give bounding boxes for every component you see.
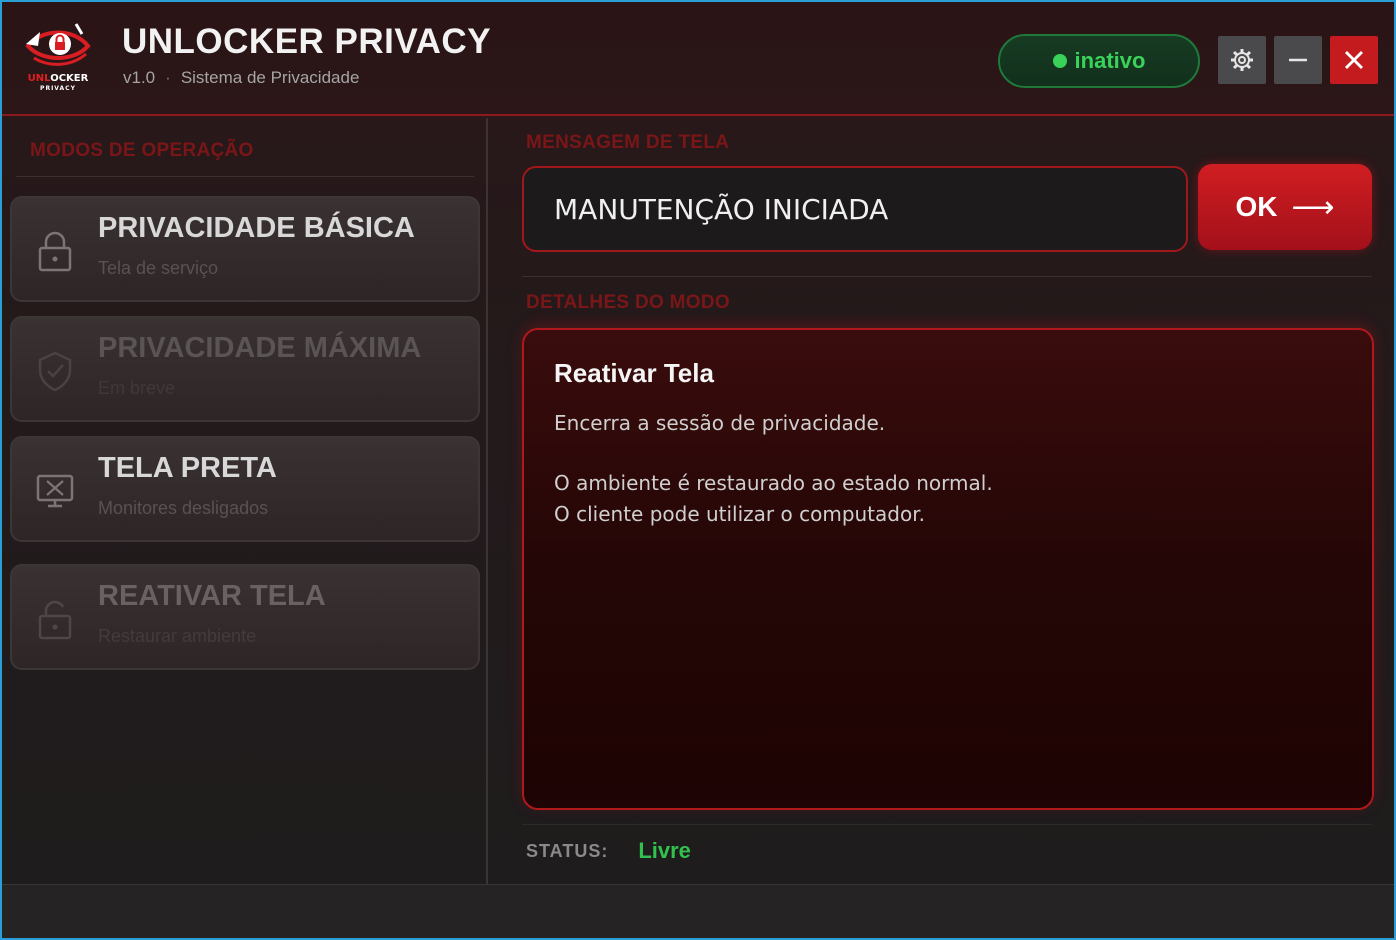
- mode-details-line: O cliente pode utilizar o computador.: [554, 502, 925, 526]
- divider: [522, 824, 1372, 825]
- minimize-button[interactable]: [1274, 36, 1322, 84]
- status-bar: STATUS: Livre: [526, 838, 691, 864]
- settings-button[interactable]: [1218, 36, 1266, 84]
- mode-card-privacidade-basica[interactable]: PRIVACIDADE BÁSICA Tela de serviço: [10, 196, 480, 302]
- mode-title: PRIVACIDADE MÁXIMA: [98, 332, 422, 364]
- mode-title: PRIVACIDADE BÁSICA: [98, 212, 415, 244]
- app-window: UNLOCKER PRIVACY UNLOCKER PRIVACY v1.0 · S…: [0, 0, 1396, 940]
- mode-details-text: Encerra a sessão de privacidade. O ambie…: [554, 408, 993, 530]
- mode-card-privacidade-maxima[interactable]: PRIVACIDADE MÁXIMA Em breve: [10, 316, 480, 422]
- details-section-label: DETALHES DO MODO: [526, 292, 730, 313]
- minimize-icon: [1289, 58, 1307, 62]
- screen-message-input[interactable]: [554, 192, 1156, 226]
- mode-description: Monitores desligados: [98, 498, 269, 518]
- app-title: UNLOCKER PRIVACY: [122, 22, 492, 61]
- footer-bar: [2, 884, 1394, 938]
- main-panel: MENSAGEM DE TELA OK ⟶ DETALHES DO MODO R…: [490, 118, 1394, 884]
- close-button[interactable]: [1330, 36, 1378, 84]
- modes-section-label: MODOS DE OPERAÇÃO: [30, 140, 254, 161]
- ok-button-label: OK: [1235, 191, 1278, 222]
- message-section-label: MENSAGEM DE TELA: [526, 132, 730, 153]
- status-badge: inativo: [998, 34, 1200, 88]
- mode-description: Em breve: [98, 378, 176, 398]
- divider: [522, 276, 1372, 277]
- eye-lock-icon: [25, 23, 91, 66]
- ok-button[interactable]: OK ⟶: [1198, 164, 1372, 250]
- app-logo: UNLOCKER PRIVACY: [20, 18, 96, 98]
- logo-subtext: PRIVACY: [40, 85, 76, 92]
- mode-title: TELA PRETA: [98, 452, 277, 484]
- close-icon: [1345, 51, 1363, 69]
- mode-details-line: Encerra a sessão de privacidade.: [554, 411, 886, 435]
- unlock-icon: [36, 598, 74, 640]
- status-key: STATUS:: [526, 840, 609, 861]
- screen-message-field[interactable]: [522, 166, 1188, 252]
- mode-details-title: Reativar Tela: [554, 358, 714, 388]
- mode-card-reativar-tela[interactable]: REATIVAR TELA Restaurar ambiente: [10, 564, 480, 670]
- lock-icon: [36, 230, 74, 272]
- gear-icon: [1231, 49, 1253, 71]
- app-tagline: Sistema de Privacidade: [180, 68, 360, 87]
- divider: [16, 176, 474, 177]
- mode-title: REATIVAR TELA: [98, 580, 326, 612]
- mode-description: Tela de serviço: [98, 258, 219, 278]
- app-version: v1.0: [123, 68, 156, 87]
- title-bar[interactable]: UNLOCKER PRIVACY UNLOCKER PRIVACY v1.0 · S…: [2, 2, 1394, 116]
- monitor-off-icon: [36, 470, 74, 512]
- logo-wordmark: UNLOCKER: [27, 73, 89, 84]
- app-subtitle: v1.0 · Sistema de Privacidade: [123, 68, 360, 87]
- status-value: Livre: [638, 838, 691, 863]
- mode-details-line: O ambiente é restaurado ao estado normal…: [554, 471, 993, 495]
- arrow-right-icon: ⟶: [1291, 189, 1335, 225]
- mode-description: Restaurar ambiente: [98, 626, 257, 646]
- shield-check-icon: [36, 350, 74, 392]
- mode-details-panel: Reativar Tela Encerra a sessão de privac…: [522, 328, 1374, 810]
- status-badge-label: inativo: [1074, 48, 1146, 73]
- modes-sidebar: MODOS DE OPERAÇÃO PRIVACIDADE BÁSICA Tel…: [2, 118, 488, 884]
- status-dot-icon: [1052, 54, 1067, 68]
- mode-card-tela-preta[interactable]: TELA PRETA Monitores desligados: [10, 436, 480, 542]
